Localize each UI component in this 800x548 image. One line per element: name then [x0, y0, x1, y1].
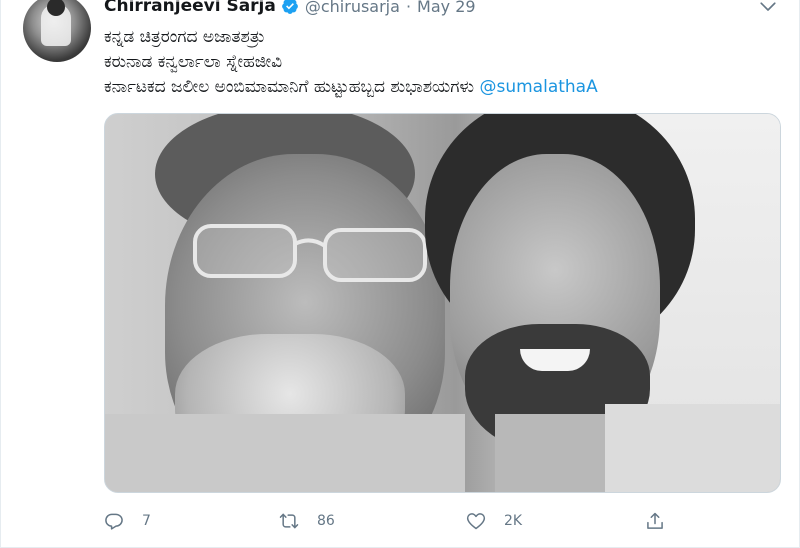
- reply-button[interactable]: 7: [104, 508, 151, 534]
- reply-icon: [105, 513, 123, 530]
- author-avatar[interactable]: [23, 0, 91, 62]
- share-icon: [647, 512, 663, 529]
- reply-count: 7: [142, 513, 151, 529]
- verified-badge-icon: [281, 0, 298, 14]
- share-button[interactable]: [645, 508, 683, 534]
- chevron-down-icon[interactable]: [759, 0, 777, 14]
- tweet-text-line: ಕನ್ನಡ ಚಿತ್ರರಂಗದ ಅಜಾತಶತ್ರು: [104, 27, 266, 47]
- tweet-actions: 7 86 2K: [104, 508, 664, 534]
- like-count: 2K: [504, 513, 523, 529]
- tweet-text-line: ಕರುನಾಡ ಕನ್ವರ್ಲಾಲಾ ಸ್ನೇಹಜೀವಿ: [104, 52, 283, 72]
- photo-person-right-smile: [520, 349, 590, 371]
- tweet-text-segment: ಕರ್ನಾಟಕದ ಜಲೀಲ ಅಂಬಿಮಾಮಾನಿಗೆ ಹುಟ್ಟುಹಬ್ಬದ ಶ…: [104, 77, 475, 97]
- tweet-photo[interactable]: [104, 113, 781, 493]
- photo-person-left-shirt: [105, 414, 465, 492]
- tweet-text: ಕನ್ನಡ ಚಿತ್ರರಂಗದ ಅಜಾತಶತ್ರು ಕರುನಾಡ ಕನ್ವರ್ಲ…: [104, 25, 598, 100]
- retweet-button[interactable]: 86: [279, 508, 335, 534]
- author-handle[interactable]: @chirusarja: [305, 0, 400, 16]
- like-button[interactable]: 2K: [466, 508, 522, 534]
- tweet-header: Chirranjeevi Sarja @chirusarja · May 29: [104, 0, 476, 18]
- photo-glasses: [193, 224, 427, 282]
- retweet-count: 86: [317, 513, 335, 529]
- tweet-card[interactable]: Chirranjeevi Sarja @chirusarja · May 29 …: [0, 0, 800, 548]
- photo-person-right-collar: [605, 404, 780, 492]
- tweet-date[interactable]: May 29: [417, 0, 476, 16]
- retweet-icon: [279, 513, 299, 529]
- mention-link[interactable]: @sumalathaA: [479, 77, 597, 97]
- tweet-text-line: ಕರ್ನಾಟಕದ ಜಲೀಲ ಅಂಬಿಮಾಮಾನಿಗೆ ಹುಟ್ಟುಹಬ್ಬದ ಶ…: [104, 75, 598, 100]
- meta-separator: ·: [405, 0, 412, 16]
- author-name[interactable]: Chirranjeevi Sarja: [104, 0, 276, 16]
- heart-icon: [466, 513, 486, 530]
